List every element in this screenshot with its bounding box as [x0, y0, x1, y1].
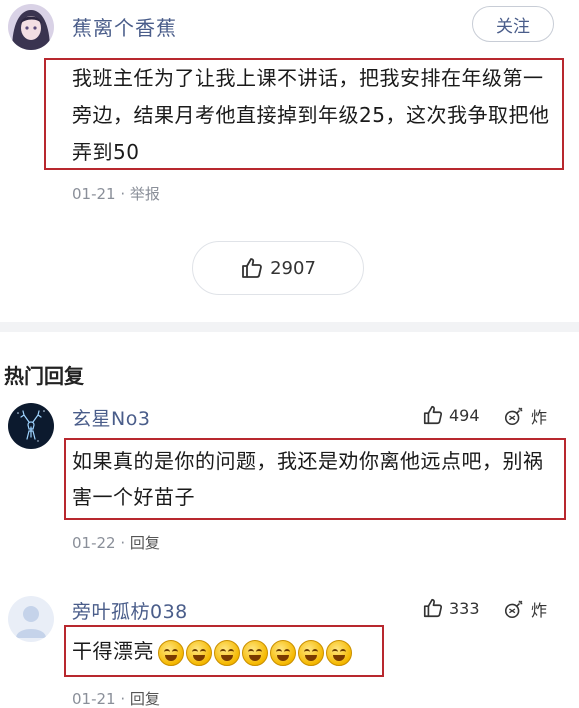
- comment-content: 干得漂亮: [72, 639, 154, 663]
- comment-avatar[interactable]: [8, 403, 54, 449]
- thumbs-up-icon: [242, 258, 262, 278]
- thumbs-up-icon: [423, 405, 443, 425]
- reply-link[interactable]: 回复: [130, 690, 160, 708]
- grin-emoji-icon: [298, 639, 324, 666]
- meta-separator: ·: [120, 185, 130, 203]
- post-like-button[interactable]: 2907: [192, 241, 364, 295]
- comment-date: 01-21: [72, 690, 116, 708]
- grin-emoji-icon: [158, 639, 184, 666]
- boom-label: 炸: [531, 601, 548, 620]
- comment-date: 01-22: [72, 534, 116, 552]
- comment-username[interactable]: 旁叶孤枋038: [72, 597, 188, 624]
- comment-page: 蕉离个香蕉 关注 我班主任为了让我上课不讲话，把我安排在年级第一旁边，结果月考他…: [0, 0, 579, 708]
- comment-meta: 01-22 · 回复: [72, 532, 160, 553]
- grin-emoji-icon: [242, 639, 268, 666]
- report-link[interactable]: 举报: [130, 185, 160, 203]
- comment-like-button[interactable]: 494: [422, 404, 480, 426]
- comment-like-count: 494: [449, 405, 480, 425]
- boom-label: 炸: [531, 408, 548, 427]
- hot-replies-title: 热门回复: [4, 364, 84, 388]
- comment-like-count: 333: [449, 598, 480, 618]
- thumbs-up-icon: [423, 598, 443, 618]
- meta-separator: ·: [120, 534, 130, 552]
- post-like-count: 2907: [270, 257, 316, 279]
- comment-content: 如果真的是你的问题，我还是劝你离他远点吧，别祸害一个好苗子: [72, 449, 544, 509]
- boom-button[interactable]: 炸: [503, 597, 547, 621]
- boom-button[interactable]: 炸: [503, 404, 547, 428]
- comment-like-button[interactable]: 333: [422, 597, 480, 619]
- post-avatar[interactable]: [8, 4, 54, 50]
- post-username[interactable]: 蕉离个香蕉: [72, 12, 177, 41]
- bomb-icon: [504, 600, 523, 619]
- post-meta: 01-21 · 举报: [72, 183, 160, 204]
- bomb-icon: [504, 407, 523, 426]
- follow-button[interactable]: 关注: [472, 6, 554, 42]
- grin-emoji-icon: [270, 639, 296, 666]
- reply-link[interactable]: 回复: [130, 534, 160, 552]
- grin-emoji-icon: [186, 639, 212, 666]
- post-date: 01-21: [72, 185, 116, 203]
- grin-emoji-icon: [326, 639, 352, 666]
- grin-emoji-icon: [214, 639, 240, 666]
- comment-avatar[interactable]: [8, 596, 54, 642]
- meta-separator: ·: [120, 690, 130, 708]
- comment-meta: 01-21 · 回复: [72, 688, 160, 708]
- post-content: 我班主任为了让我上课不讲话，把我安排在年级第一旁边，结果月考他直接掉到年级25，…: [72, 66, 550, 164]
- comment-username[interactable]: 玄星No3: [72, 404, 150, 431]
- section-divider: [0, 322, 579, 332]
- comment-content-wrap: 干得漂亮: [72, 633, 352, 669]
- emoji-row: [158, 639, 352, 666]
